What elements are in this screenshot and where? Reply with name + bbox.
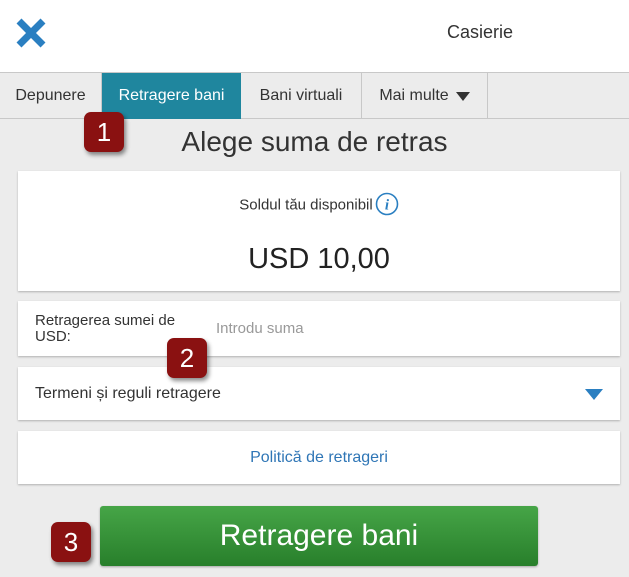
info-icon[interactable]: i [375, 192, 399, 216]
terms-label: Termeni și reguli retragere [35, 385, 221, 402]
header-title: Casierie [447, 22, 514, 42]
tab-mai-multe[interactable]: Mai multe [362, 73, 488, 119]
step-badge-1: 1 [84, 112, 124, 152]
withdraw-button[interactable]: Retragere bani [100, 506, 538, 566]
balance-label: Soldul tău disponibil [239, 196, 373, 214]
tab-label: Bani virtuali [259, 87, 343, 104]
balance-label-row: Soldul tău disponibil i [18, 192, 620, 216]
tab-bani-virtuali[interactable]: Bani virtuali [241, 73, 362, 119]
close-x-icon[interactable] [14, 16, 48, 50]
tab-retragere-bani[interactable]: Retragere bani [102, 73, 241, 119]
amount-input[interactable] [208, 313, 598, 343]
step-badge-2: 2 [167, 338, 207, 378]
tab-label: Retragere bani [118, 87, 225, 104]
header: Casierie [0, 0, 629, 72]
amount-card: Retragerea sumei de USD: [18, 301, 620, 356]
withdrawal-policy-link[interactable]: Politică de retrageri [18, 449, 620, 467]
tab-label: Mai multe [379, 87, 449, 104]
withdraw-button-label: Retragere bani [219, 519, 419, 552]
step-badge-3: 3 [51, 522, 91, 562]
policy-card: Politică de retrageri [18, 431, 620, 484]
balance-value: USD 10,00 [248, 243, 390, 275]
tab-label: Depunere [15, 87, 86, 104]
balance-card: Soldul tău disponibil i USD 10,00 [18, 171, 620, 291]
terms-dropdown[interactable]: Termeni și reguli retragere [18, 367, 620, 420]
caret-down-icon [585, 389, 603, 400]
caret-down-icon [455, 91, 470, 101]
